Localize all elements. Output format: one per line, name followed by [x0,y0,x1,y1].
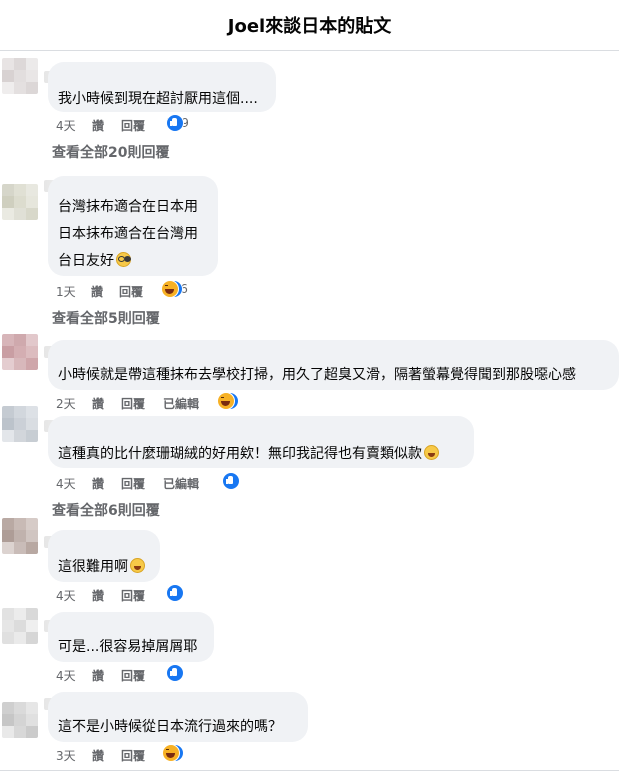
smiling-face-emoji-icon [130,558,145,573]
comment-actions: 4天 讚 回覆 已編輯 65 [56,472,286,492]
post-header: Joel來談日本的貼文 [0,0,619,51]
page-title: Joel來談日本的貼文 [227,16,392,37]
view-replies-link[interactable]: 查看全部20則回覆 [52,142,169,162]
edited-label: 已編輯 [163,397,200,411]
edited-label: 已編輯 [163,477,200,491]
reaction-summary[interactable]: 136 [161,280,190,298]
comment-text-last: 這種真的比什麼珊瑚絨的好用欸！無印我記得也有賣類似款 [58,443,439,463]
comment-text: 可是...很容易掉屑屑耶 [58,639,198,655]
like-reaction-icon [166,114,184,132]
comment-text: 小時候就是帶這種抹布去學校打掃，用久了超臭又滑，隔著螢幕覺得聞到那股噁心感 [58,367,576,383]
comment-actions: 4天 讚 回覆 37 [56,584,256,604]
haha-reaction-icon [161,280,179,298]
comment-text-last: 台日友好 [58,250,131,270]
avatar[interactable] [2,518,38,554]
comment-time[interactable]: 4天 [56,587,76,604]
reaction-summary[interactable]: 549 [166,114,191,132]
nerd-face-emoji-icon [116,252,131,267]
comment-text: 我小時候到現在超討厭用這個.... [58,91,258,107]
haha-reaction-icon [217,392,235,410]
comment-time[interactable]: 1天 [56,283,76,300]
divider [0,770,619,771]
avatar[interactable] [2,58,38,94]
comment-time[interactable]: 2天 [56,395,76,412]
view-replies-link[interactable]: 查看全部6則回覆 [52,500,160,520]
comment-actions: 1天 讚 回覆 136 [56,280,256,300]
reaction-summary[interactable]: 37 [166,584,184,602]
comment-actions: 4天 讚 回覆 8 [56,664,256,684]
comment-text: 這很難用啊 [58,559,128,575]
reply-button[interactable]: 回覆 [119,283,143,300]
comment-text: 這不是小時候從日本流行過來的嗎？ [58,719,282,735]
view-replies-link[interactable]: 查看全部5則回覆 [52,308,160,328]
comment-text-last: 這很難用啊 [58,556,145,576]
like-reaction-icon [166,664,184,682]
avatar[interactable] [2,702,38,738]
comment-actions: 2天 讚 回覆 已編輯 14 [56,392,316,412]
like-button[interactable]: 讚 [92,587,104,604]
reply-button[interactable]: 回覆 [121,117,145,134]
reply-button[interactable]: 回覆 [121,747,145,764]
avatar[interactable] [2,334,38,370]
reaction-summary[interactable]: 65 [222,472,240,490]
comment-text: 日本抹布適合在台灣用 [58,226,198,242]
like-button[interactable]: 讚 [92,475,104,492]
avatar[interactable] [2,406,38,442]
like-button[interactable]: 讚 [92,395,104,412]
comment-text: 台日友好 [58,253,114,269]
comment-time[interactable]: 4天 [56,475,76,492]
like-reaction-icon [166,584,184,602]
reply-button[interactable]: 回覆 [121,587,145,604]
like-button[interactable]: 讚 [92,747,104,764]
reaction-summary[interactable]: 8 [166,664,184,682]
reply-button[interactable]: 回覆 [121,475,145,492]
haha-reaction-icon [162,744,180,762]
comment-time[interactable]: 3天 [56,747,76,764]
avatar[interactable] [2,184,38,220]
reply-button[interactable]: 回覆 [121,395,145,412]
avatar[interactable] [2,608,38,644]
reply-button[interactable]: 回覆 [121,667,145,684]
comment-text: 台灣抹布適合在日本用 [58,199,198,215]
comment-text: 這種真的比什麼珊瑚絨的好用欸！無印我記得也有賣類似款 [58,446,422,462]
comment-time[interactable]: 4天 [56,667,76,684]
comment-actions: 3天 讚 回覆 8 [56,744,256,764]
like-button[interactable]: 讚 [92,117,104,134]
like-button[interactable]: 讚 [92,667,104,684]
reaction-summary[interactable]: 8 [162,744,184,762]
comment-time[interactable]: 4天 [56,117,76,134]
like-reaction-icon [222,472,240,490]
reaction-summary[interactable]: 14 [217,392,239,410]
comment-actions: 4天 讚 回覆 549 [56,114,256,134]
grinning-face-emoji-icon [424,445,439,460]
like-button[interactable]: 讚 [91,283,103,300]
